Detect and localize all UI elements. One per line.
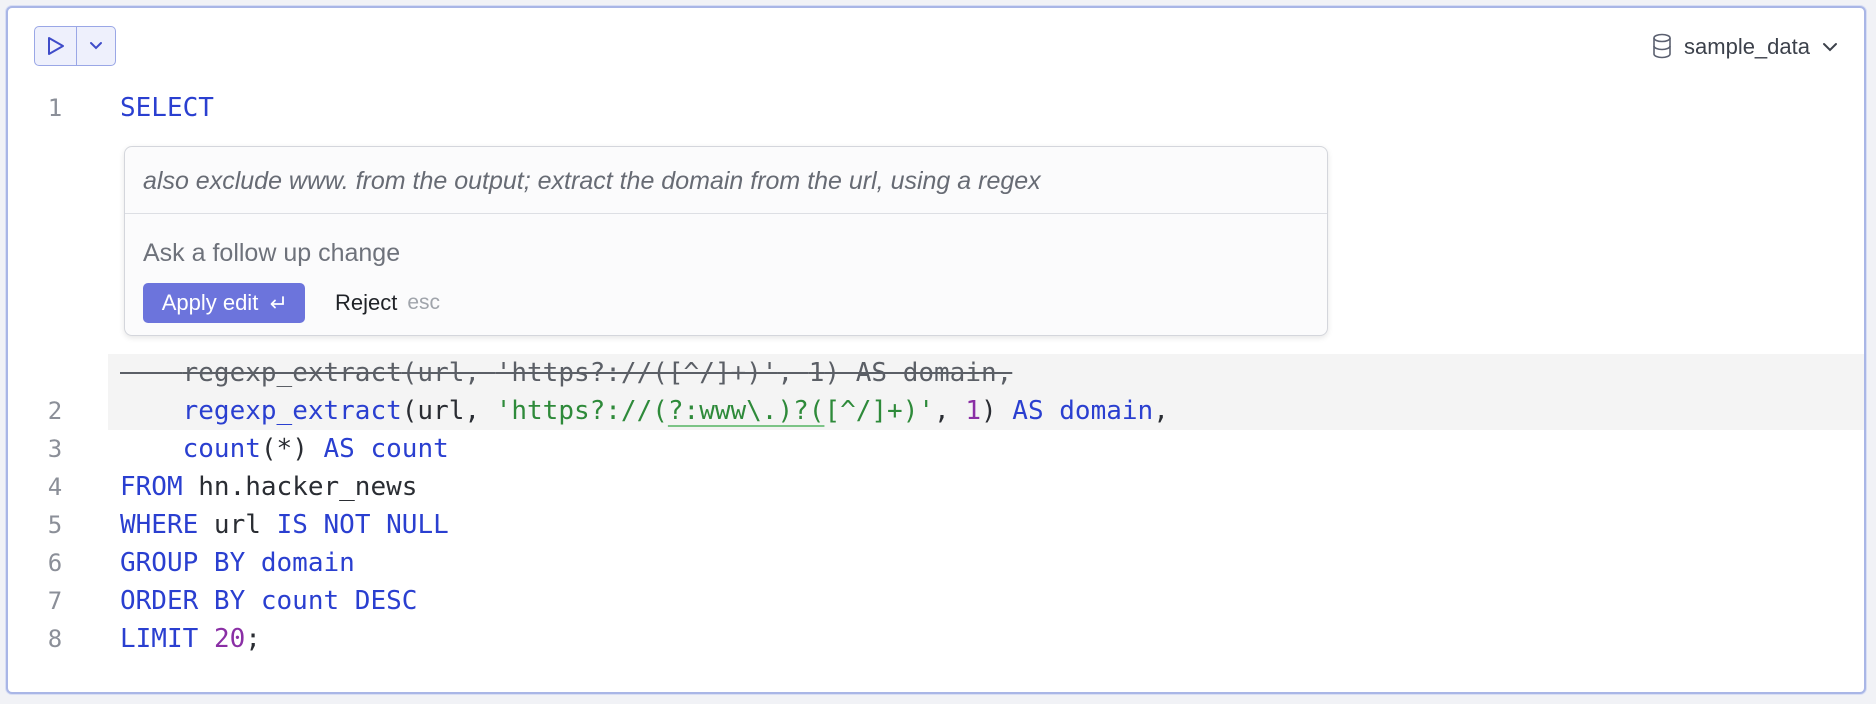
line-number: 4 — [47, 473, 63, 501]
line-number: 8 — [47, 625, 63, 653]
apply-edit-label: Apply edit — [161, 290, 259, 315]
run-button-group — [34, 26, 116, 66]
ai-prompt-text: also exclude www. from the output; extra… — [143, 166, 1041, 195]
line-number: 7 — [47, 587, 63, 615]
keyword-select: SELECT — [120, 93, 214, 123]
database-name: sample_data — [1684, 34, 1810, 59]
code-line: 5 WHERE url IS NOT NULL — [8, 506, 1864, 544]
run-options-button[interactable] — [77, 27, 115, 65]
removed-code-line: regexp_extract(url, 'https?://([^/]+)', … — [182, 358, 1013, 388]
chevron-down-icon — [1823, 43, 1837, 52]
code-line: 3 count(*) AS count — [8, 430, 1864, 468]
code-line: 6 GROUP BY domain — [8, 544, 1864, 582]
added-code-line: 2 regexp_extract(url, 'https?://(?:www\.… — [8, 392, 1864, 430]
database-selector[interactable]: sample_data — [1652, 30, 1838, 64]
chevron-down-icon — [90, 42, 102, 50]
inserted-text: ?:www\.)?( — [667, 396, 825, 426]
database-icon — [1653, 33, 1671, 59]
enter-icon — [270, 296, 285, 309]
line-number: 6 — [47, 549, 63, 577]
reject-button[interactable]: Reject esc — [335, 283, 440, 323]
popup-divider — [125, 213, 1327, 214]
reject-label: Reject — [335, 290, 398, 315]
code-line: 4 FROM hn.hacker_news — [8, 468, 1864, 506]
code-line: 1 SELECT — [8, 89, 1864, 127]
line-number: 5 — [47, 511, 63, 539]
line-number: 2 — [47, 397, 63, 425]
run-button[interactable] — [35, 27, 77, 65]
reject-shortcut-hint: esc — [407, 291, 441, 314]
line-number: 1 — [47, 94, 63, 122]
line-number: 3 — [47, 435, 63, 463]
apply-edit-button[interactable]: Apply edit — [143, 283, 305, 323]
ai-edit-popup: also exclude www. from the output; extra… — [124, 146, 1328, 336]
sql-editor[interactable]: sample_data 1 SELECT regexp_extract(url,… — [6, 6, 1866, 694]
followup-input[interactable]: Ask a follow up change — [143, 233, 400, 273]
play-icon — [47, 37, 64, 55]
code-line: 7 ORDER BY count DESC — [8, 582, 1864, 620]
code-line: 8 LIMIT 20; — [8, 620, 1864, 658]
